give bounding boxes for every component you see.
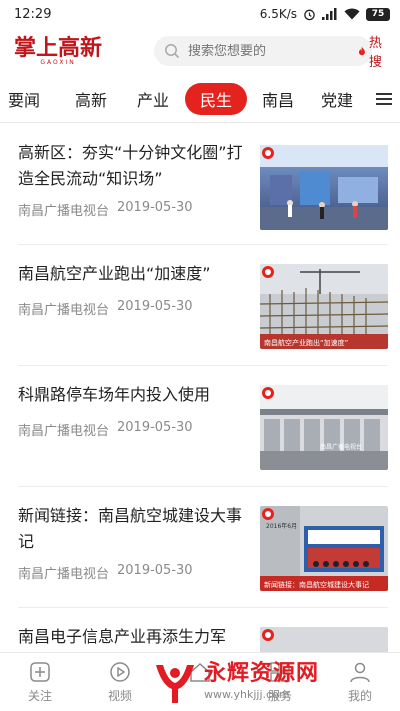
tab-chanye[interactable]: 产业 <box>122 83 184 115</box>
article-item[interactable]: 高新区：夯实“十分钟文化圈”打造全民流动“知识场” 南昌广播电视台 2019-0… <box>0 124 400 245</box>
play-circle-icon <box>110 662 130 682</box>
article-date: 2019-05-30 <box>117 420 193 435</box>
article-meta: 南昌广播电视台 2019-05-30 <box>18 420 193 439</box>
network-speed: 6.5K/s <box>259 7 297 21</box>
flame-icon <box>359 46 365 56</box>
menu-icon <box>376 93 392 105</box>
plus-box-icon <box>30 662 50 682</box>
article-source: 南昌广播电视台 <box>18 424 110 439</box>
tab-nanchang[interactable]: 南昌 <box>247 83 309 115</box>
nav-follow[interactable]: 关注 <box>0 653 80 711</box>
thumb-caption: 南昌广播电视台 <box>320 443 362 451</box>
search-icon <box>165 44 180 59</box>
logo-text: 掌上高新 <box>14 34 103 61</box>
search-bar[interactable]: 热搜 <box>154 36 382 70</box>
wifi-icon <box>344 8 360 20</box>
tab-gaoxin[interactable]: 高新 <box>60 83 122 115</box>
status-bar: 12:29 6.5K/s 75 <box>0 0 400 28</box>
hot-search-button[interactable]: 热搜 <box>358 32 386 70</box>
watermark-url: www.yhkjjj.com <box>204 687 290 701</box>
article-title: 科鼎路停车场年内投入使用 <box>18 385 211 404</box>
status-icons: 6.5K/s 75 <box>260 7 390 21</box>
watermark-logo <box>156 664 194 703</box>
app-logo[interactable]: 掌上高新 GAOXIN <box>14 37 102 66</box>
article-title: 南昌电子信息产业再添生力军 <box>18 627 227 646</box>
app-header: 掌上高新 GAOXIN 热搜 <box>0 28 400 74</box>
article-title: 新闻链接：南昌航空城建设大事记 <box>18 506 243 551</box>
watermark-text: 永辉资源网 <box>204 660 320 686</box>
nav-video-label: 视频 <box>107 689 132 703</box>
article-item[interactable]: 南昌航空产业跑出“加速度” 南昌广播电视台 2019-05-30 南昌航空产业跑… <box>0 245 400 366</box>
article-thumbnail: 南昌航空产业跑出“加速度” <box>260 264 388 349</box>
article-title: 南昌航空产业跑出“加速度” <box>18 264 211 283</box>
nav-follow-label: 关注 <box>27 689 52 703</box>
article-item[interactable]: 科鼎路停车场年内投入使用 南昌广播电视台 2019-05-30 南昌广播电视台 <box>0 366 400 487</box>
article-meta: 南昌广播电视台 2019-05-30 <box>18 200 193 219</box>
thumb-caption: 新闻链接：南昌航空城建设大事记 <box>264 580 369 589</box>
hot-search-label: 热搜 <box>368 36 382 70</box>
article-meta: 南昌广播电视台 2019-05-30 <box>18 299 193 318</box>
article-source: 南昌广播电视台 <box>18 567 110 582</box>
article-title: 高新区：夯实“十分钟文化圈”打造全民流动“知识场” <box>18 143 243 188</box>
category-tabs: 要闻 高新 产业 民生 南昌 党建 <box>0 80 400 118</box>
article-thumbnail: 南昌广播电视台 <box>260 385 388 470</box>
article-item[interactable]: 南昌电子信息产业再添生力军 <box>0 608 400 652</box>
article-thumbnail <box>260 145 388 230</box>
article-thumbnail <box>260 627 388 652</box>
tabs-menu-button[interactable] <box>369 83 399 115</box>
battery-icon: 75 <box>366 7 390 21</box>
article-date: 2019-05-30 <box>117 563 193 578</box>
article-meta: 南昌广播电视台 2019-05-30 <box>18 563 193 582</box>
alarm-icon <box>304 9 315 20</box>
article-thumbnail: 2016年6月 新闻链接：南昌航空城建设大事记 <box>260 506 388 591</box>
tab-yaowen[interactable]: 要闻 <box>0 83 44 115</box>
thumb-caption: 南昌航空产业跑出“加速度” <box>264 338 348 347</box>
article-source: 南昌广播电视台 <box>18 204 110 219</box>
watermark: 永辉资源网 www.yhkjjj.com <box>152 652 400 711</box>
status-time: 12:29 <box>14 6 52 22</box>
logo-subtext: GAOXIN <box>40 58 76 66</box>
article-date: 2019-05-30 <box>117 299 193 314</box>
signal-icon <box>322 8 337 20</box>
tab-minsheng[interactable]: 民生 <box>185 83 247 115</box>
thumb-date-caption: 2016年6月 <box>266 522 297 530</box>
nav-video[interactable]: 视频 <box>80 653 160 711</box>
article-source: 南昌广播电视台 <box>18 303 110 318</box>
tabs-divider <box>0 122 400 123</box>
article-date: 2019-05-30 <box>117 200 193 215</box>
article-item[interactable]: 新闻链接：南昌航空城建设大事记 南昌广播电视台 2019-05-30 2016年… <box>0 487 400 608</box>
tab-dangjian[interactable]: 党建 <box>309 83 365 115</box>
search-input[interactable] <box>188 43 359 59</box>
